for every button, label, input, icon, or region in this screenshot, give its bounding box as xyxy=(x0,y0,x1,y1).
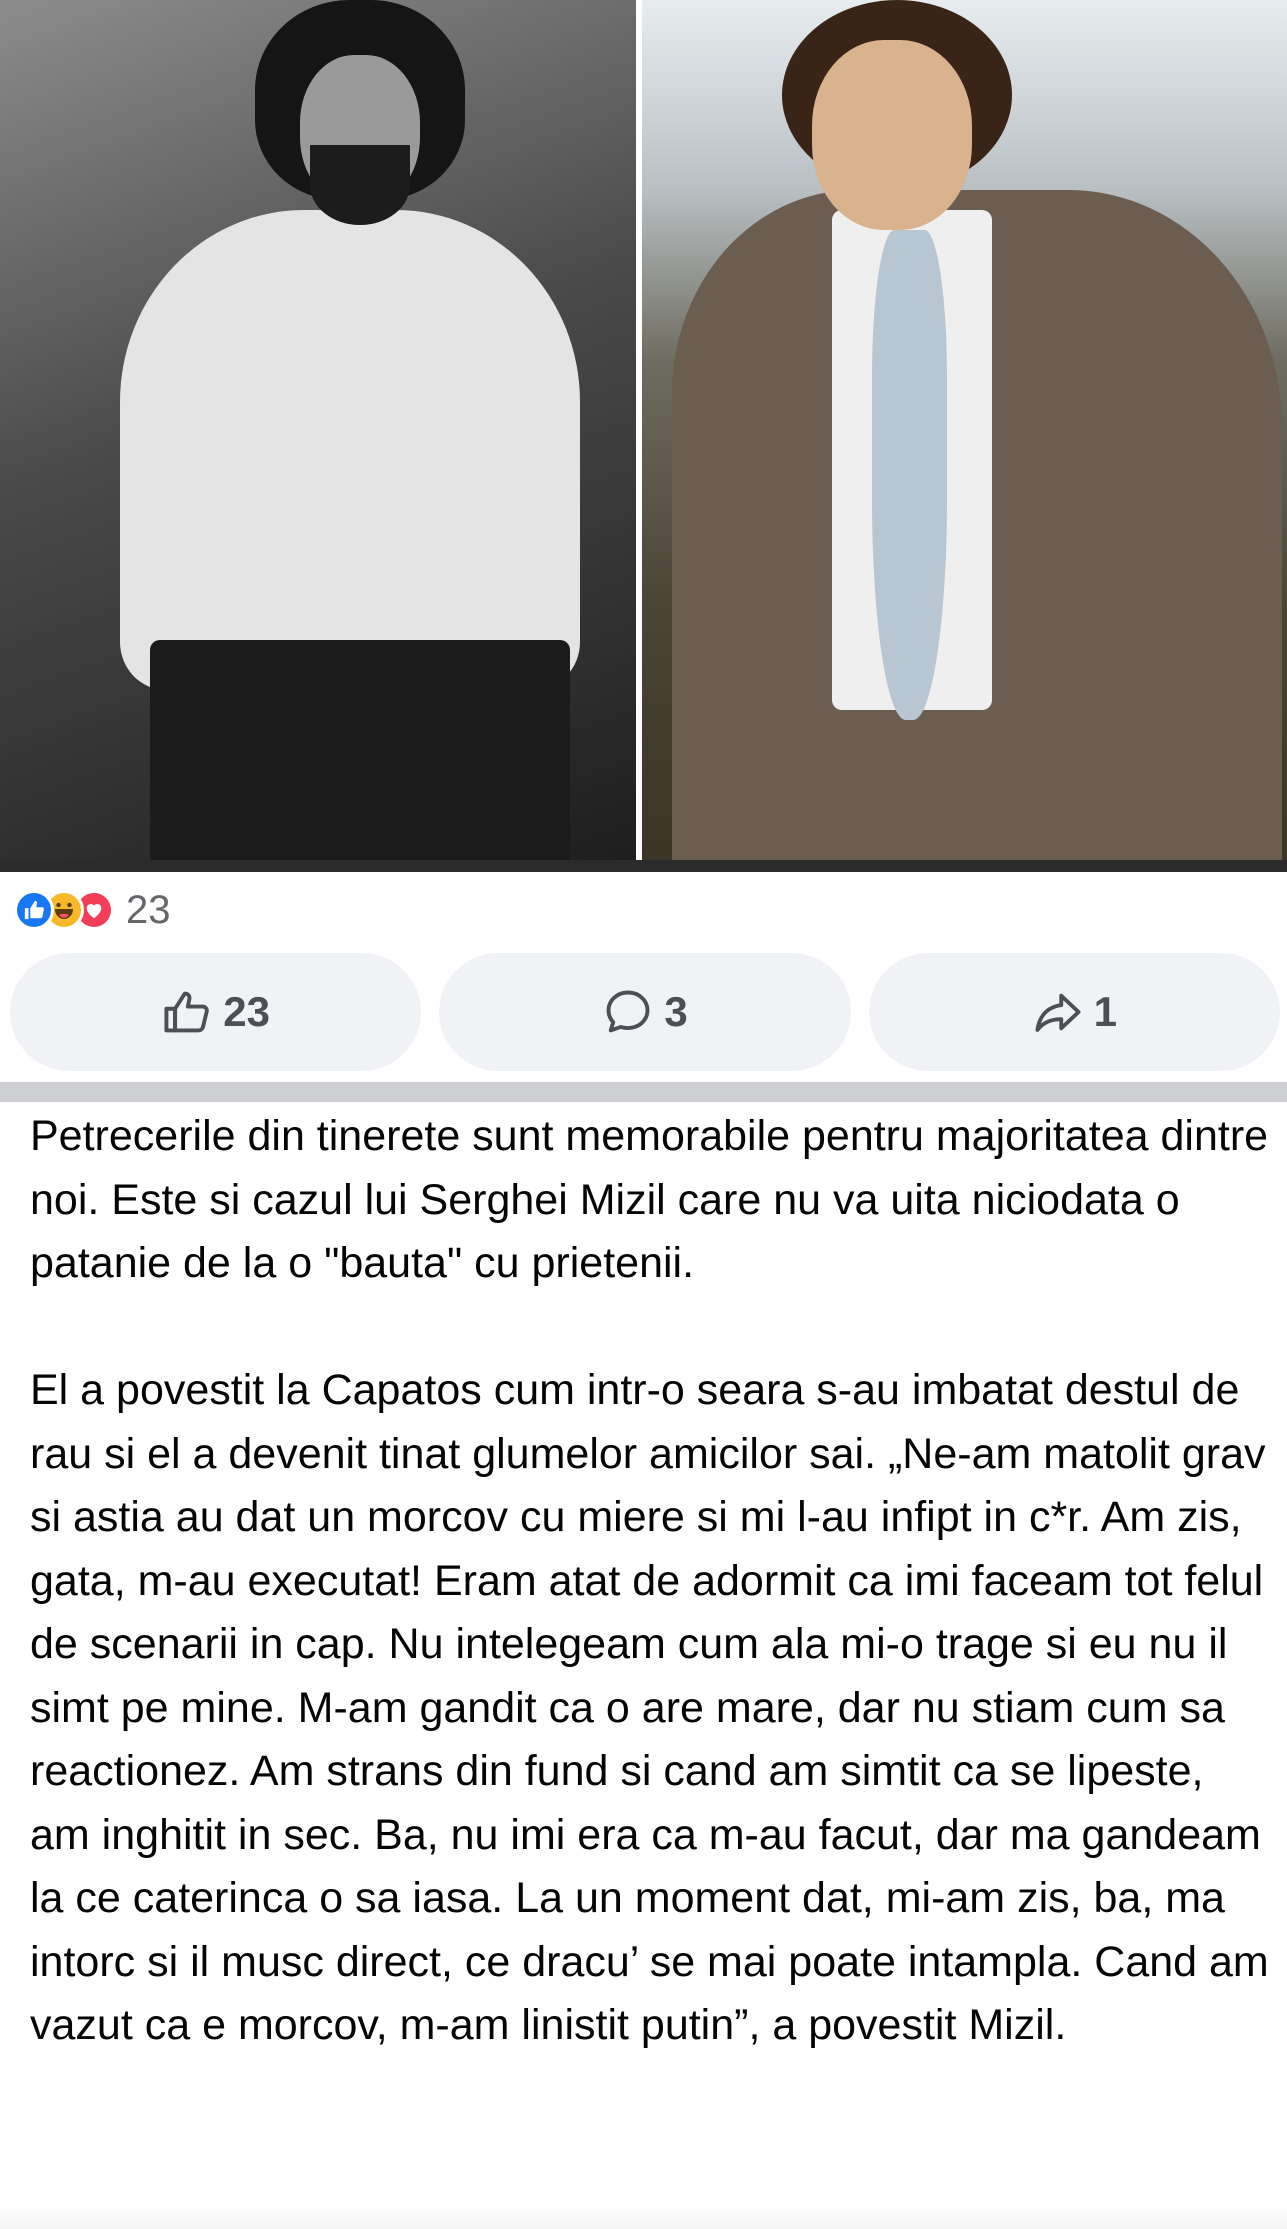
reactions-summary[interactable]: 23 xyxy=(14,882,171,938)
comment-button[interactable]: 3 xyxy=(439,953,851,1071)
post-action-bar: 23 3 1 xyxy=(10,953,1280,1071)
comment-count: 3 xyxy=(664,988,688,1035)
photo-left-beard xyxy=(310,145,410,225)
post-body: Petrecerile din tinerete sunt memorabile… xyxy=(30,1105,1270,2058)
photo-left-pants xyxy=(150,640,570,860)
share-arrow-icon xyxy=(1032,986,1084,1038)
post-photo-collage[interactable] xyxy=(0,0,1287,872)
photo-right-face xyxy=(812,40,972,230)
thumbs-up-icon xyxy=(161,986,213,1038)
section-divider xyxy=(0,1082,1287,1102)
share-button[interactable]: 1 xyxy=(868,953,1280,1071)
bottom-edge xyxy=(0,2205,1287,2229)
like-count: 23 xyxy=(223,988,271,1035)
like-button[interactable]: 23 xyxy=(10,953,422,1071)
reactions-count[interactable]: 23 xyxy=(126,888,171,933)
photo-bottom-strip xyxy=(0,860,1287,872)
photo-left-shirt xyxy=(120,210,580,690)
photo-left-bw-portrait[interactable] xyxy=(0,0,636,860)
post-paragraph: Petrecerile din tinerete sunt memorabile… xyxy=(30,1112,1281,1287)
photo-right-color-portrait[interactable] xyxy=(642,0,1287,860)
photo-right-tie xyxy=(872,230,947,720)
like-icon xyxy=(14,890,54,930)
share-count: 1 xyxy=(1093,988,1117,1035)
post-paragraph: El a povestit la Capatos cum intr-o sear… xyxy=(30,1366,1281,2049)
comment-bubble-icon xyxy=(602,986,654,1038)
